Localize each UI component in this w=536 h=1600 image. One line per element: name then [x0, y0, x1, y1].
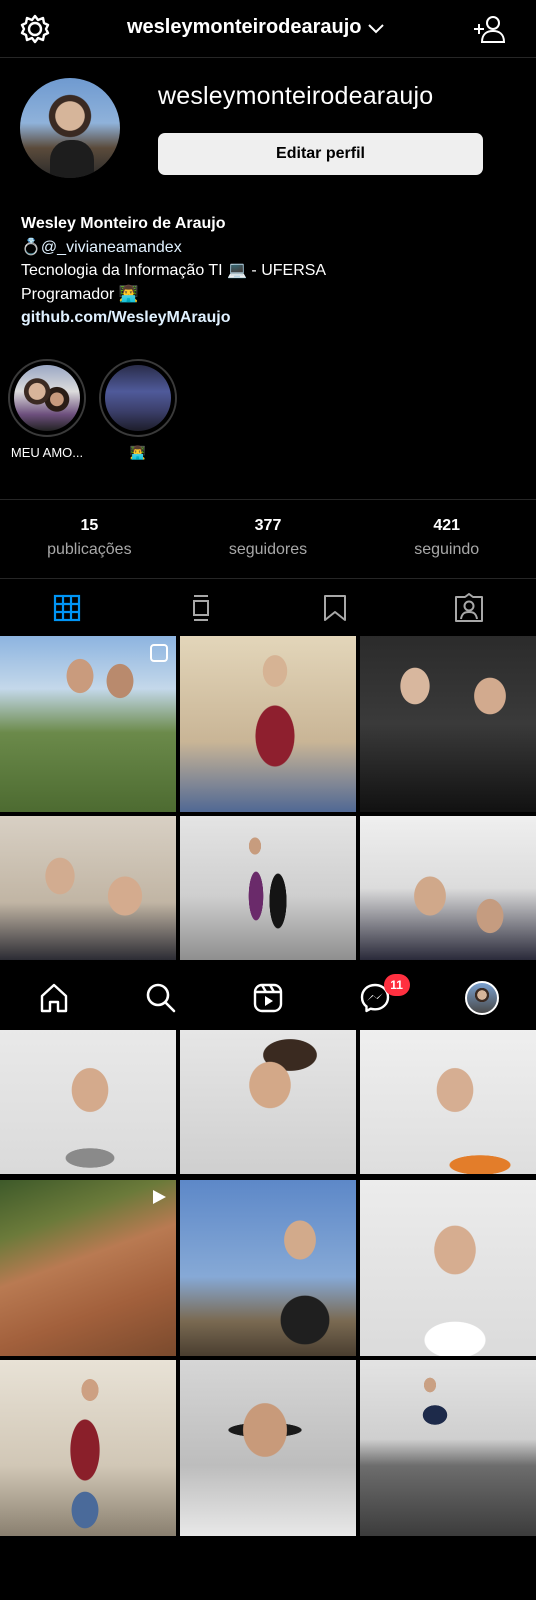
post-thumbnail[interactable]	[360, 816, 536, 960]
post-thumbnail[interactable]	[180, 1180, 356, 1356]
stat-following[interactable]: 421 seguindo	[357, 500, 536, 578]
avatar	[465, 981, 500, 1015]
nav-search[interactable]	[107, 966, 214, 1030]
post-thumbnail[interactable]	[360, 1030, 536, 1174]
account-switcher-username[interactable]: wesleymonteirodearaujo	[127, 16, 362, 39]
post-thumbnail[interactable]	[360, 1360, 536, 1536]
tab-grid[interactable]	[0, 580, 134, 636]
nav-reels[interactable]	[214, 966, 321, 1030]
nav-profile[interactable]	[429, 966, 536, 1030]
profile-avatar[interactable]	[20, 78, 120, 178]
stat-label: seguindo	[414, 541, 480, 558]
post-thumbnail[interactable]	[360, 636, 536, 812]
stat-value: 421	[433, 517, 461, 534]
tab-feed[interactable]	[134, 580, 268, 636]
post-thumbnail[interactable]	[180, 636, 356, 812]
bio-mention[interactable]: 💍@_vivianeamandex	[21, 236, 326, 260]
profile-tabs	[0, 580, 536, 636]
stat-posts[interactable]: 15 publicações	[0, 500, 179, 578]
tab-saved[interactable]	[268, 580, 402, 636]
profile-bio: Wesley Monteiro de Araujo 💍@_vivianeaman…	[21, 212, 326, 330]
stat-label: publicações	[47, 541, 132, 558]
profile-username: wesleymonteirodearaujo	[158, 82, 434, 110]
home-icon	[40, 983, 67, 1013]
profile-stats: 15 publicações 377 seguidores 421 seguin…	[0, 499, 536, 579]
post-thumbnail[interactable]	[180, 1030, 356, 1174]
grid-icon	[53, 594, 81, 622]
bio-line: Programador 👨‍💻	[21, 285, 139, 303]
highlight-label: 👨‍💻	[129, 445, 147, 460]
story-highlight[interactable]: 👨‍💻	[98, 359, 178, 461]
stat-followers[interactable]: 377 seguidores	[179, 500, 358, 578]
edit-profile-button[interactable]: Editar perfil	[158, 133, 483, 175]
tab-tagged[interactable]	[402, 580, 536, 636]
nav-home[interactable]	[0, 966, 107, 1030]
post-thumbnail[interactable]	[0, 1360, 176, 1536]
unread-badge: 11	[383, 974, 410, 996]
post-thumbnail[interactable]	[0, 816, 176, 960]
feed-icon	[193, 595, 209, 621]
carousel-icon	[150, 644, 168, 662]
add-user-icon[interactable]	[472, 14, 506, 44]
settings-icon[interactable]	[20, 14, 50, 44]
stat-label: seguidores	[228, 541, 308, 558]
post-thumbnail[interactable]	[180, 816, 356, 960]
highlight-cover	[8, 359, 86, 437]
top-bar: wesleymonteirodearaujo	[0, 0, 536, 58]
nav-messenger[interactable]: 11	[322, 966, 429, 1030]
post-thumbnail[interactable]	[360, 1180, 536, 1356]
post-thumbnail[interactable]	[0, 1180, 176, 1356]
tagged-icon	[455, 593, 483, 622]
stat-value: 377	[254, 517, 282, 534]
post-thumbnail[interactable]	[0, 1030, 176, 1174]
highlight-cover	[99, 359, 177, 437]
story-highlight[interactable]: MEU AMO...	[7, 359, 87, 460]
post-thumbnail[interactable]	[0, 636, 176, 812]
bottom-navigation: 11	[0, 966, 536, 1030]
full-name: Wesley Monteiro de Araujo	[21, 215, 226, 232]
profile-link[interactable]: github.com/WesleyMAraujo	[21, 306, 326, 330]
reels-icon	[253, 983, 283, 1013]
post-thumbnail[interactable]	[180, 1360, 356, 1536]
highlight-label: MEU AMO...	[10, 445, 84, 460]
stat-value: 15	[80, 517, 99, 534]
saved-icon	[324, 595, 346, 621]
video-icon	[153, 1190, 166, 1204]
bio-line: Tecnologia da Informação TI 💻 - UFERSA	[21, 262, 327, 279]
chevron-down-icon[interactable]	[366, 18, 386, 38]
search-icon	[146, 983, 176, 1013]
